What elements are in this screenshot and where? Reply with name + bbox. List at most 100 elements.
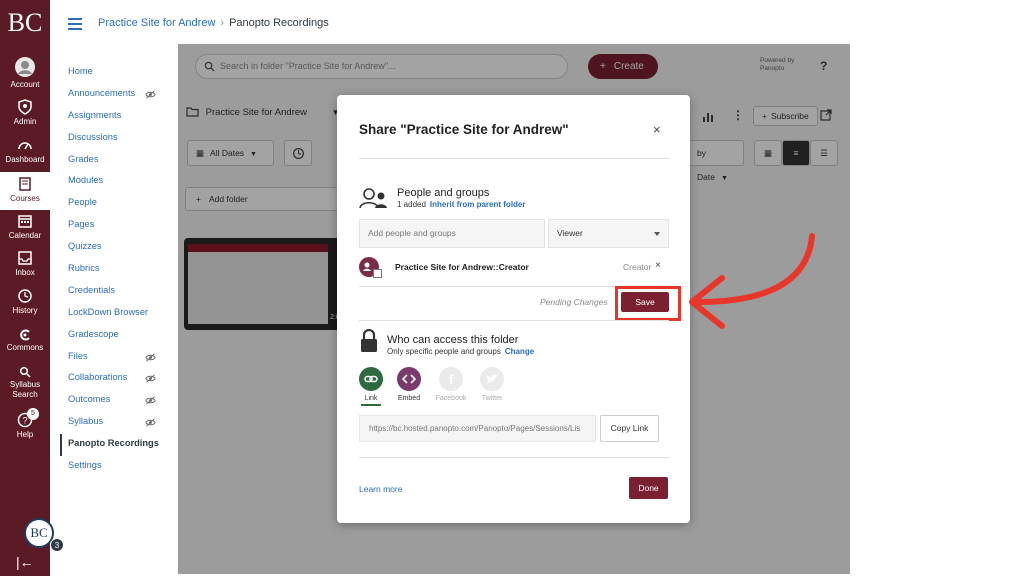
divider (359, 158, 669, 159)
nav-help[interactable]: ? Help (0, 412, 50, 439)
nav-inbox-label: Inbox (15, 268, 35, 277)
breadcrumb-current: Panopto Recordings (229, 17, 329, 29)
course-nav-item[interactable]: Settings (60, 456, 170, 478)
course-nav: Home Announcements Assignments Discussions G… (60, 62, 170, 478)
learn-more-link[interactable]: Learn more (359, 484, 402, 494)
course-nav-item[interactable]: LockDown Browser (60, 303, 170, 325)
link-option[interactable]: Link (351, 367, 391, 406)
course-nav-item[interactable]: Files (60, 347, 170, 369)
access-subtitle: Only specific people and groups Change (387, 347, 534, 356)
book-icon (19, 177, 31, 191)
course-nav-label: Collaborations (68, 372, 128, 383)
member-role: Creator (623, 262, 652, 272)
share-dialog-title: Share "Practice Site for Andrew" (359, 122, 569, 137)
course-nav-item[interactable]: Gradescope (60, 325, 170, 347)
link-option-label: Link (364, 395, 378, 402)
nav-admin-label: Admin (13, 117, 37, 126)
course-nav-label: Credentials (68, 284, 116, 295)
course-nav-item[interactable]: Modules (60, 171, 170, 193)
nav-inbox[interactable]: Inbox (0, 250, 50, 277)
breadcrumb-separator-icon: › (220, 17, 225, 29)
nav-syllabus-search[interactable]: Syllabus Search (0, 366, 50, 400)
breadcrumb-course-link[interactable]: Practice Site for Andrew (98, 17, 215, 29)
nav-account[interactable]: Account (0, 56, 50, 89)
course-nav-item[interactable]: Announcements (60, 84, 170, 106)
embed-icon (397, 367, 421, 391)
course-nav-item[interactable]: People (60, 193, 170, 215)
course-nav-item[interactable]: Collaborations (60, 368, 170, 390)
course-nav-item[interactable]: Grades (60, 150, 170, 172)
search-icon (19, 366, 31, 378)
help-badge: 5 (27, 408, 39, 420)
course-nav-item[interactable]: Outcomes (60, 390, 170, 412)
hidden-eye-icon (145, 371, 156, 389)
course-nav-label: Gradescope (68, 328, 119, 339)
role-select[interactable]: Viewer (548, 219, 669, 248)
shield-icon (18, 99, 32, 115)
embed-option[interactable]: Embed (389, 367, 429, 402)
nav-dashboard[interactable]: Dashboard (0, 137, 50, 164)
nav-dashboard-label: Dashboard (5, 155, 45, 164)
commons-icon (20, 329, 30, 341)
avatar-badge: 3 (50, 538, 64, 552)
breadcrumb: Practice Site for Andrew › Panopto Recordi… (98, 17, 329, 29)
done-button[interactable]: Done (629, 477, 668, 499)
global-nav: BC Account Admin Dashboard Courses Calen… (0, 0, 64, 576)
save-button[interactable]: Save (621, 292, 669, 312)
course-nav-item[interactable]: Panopto Recordings (60, 434, 170, 457)
collapse-nav-icon[interactable]: |← (16, 554, 34, 570)
inbox-icon (18, 251, 32, 265)
nav-syllabus-search-label: Syllabus Search (9, 380, 41, 399)
group-badge-icon (373, 269, 382, 278)
nav-commons[interactable]: Commons (0, 329, 50, 352)
course-nav-label: LockDown Browser (68, 306, 149, 317)
inherit-parent-link[interactable]: Inherit from parent folder (430, 200, 526, 209)
nav-calendar[interactable]: Calendar (0, 213, 50, 240)
nav-history-label: History (12, 306, 38, 315)
facebook-option-label: Facebook (435, 395, 467, 402)
course-nav-label: Quizzes (68, 241, 102, 252)
role-select-value: Viewer (557, 228, 583, 238)
hidden-eye-icon (145, 415, 156, 433)
embed-option-label: Embed (397, 395, 421, 402)
hidden-eye-icon (145, 350, 156, 368)
hamburger-menu-icon[interactable] (68, 18, 82, 33)
dashboard-icon (18, 142, 32, 150)
course-nav-label: People (68, 197, 97, 208)
chevron-down-icon (654, 232, 660, 236)
course-nav-label: Pages (68, 219, 95, 230)
nav-commons-label: Commons (6, 343, 44, 352)
access-title: Who can access this folder (387, 334, 519, 346)
course-nav-item[interactable]: Assignments (60, 106, 170, 128)
course-nav-label: Assignments (68, 109, 122, 120)
course-nav-label: Modules (68, 175, 104, 186)
course-nav-item[interactable]: Home (60, 62, 170, 84)
remove-member-icon[interactable]: × (655, 260, 661, 271)
course-nav-item[interactable]: Credentials (60, 281, 170, 303)
course-nav-item[interactable]: Pages (60, 215, 170, 237)
facebook-option[interactable]: f Facebook (431, 367, 471, 402)
nav-history[interactable]: History (0, 288, 50, 315)
course-nav-label: Home (68, 66, 93, 76)
svg-text:?: ? (22, 416, 27, 426)
nav-help-label: Help (16, 430, 34, 439)
twitter-option[interactable]: Twitter (472, 367, 512, 402)
bc-logo[interactable]: BC (0, 8, 50, 38)
add-people-input[interactable]: Add people and groups (359, 219, 545, 248)
lock-icon (359, 328, 379, 358)
nav-courses[interactable]: Courses (0, 172, 50, 210)
share-link-field[interactable]: https://bc.hosted.panopto.com/Panopto/Pa… (359, 415, 596, 442)
close-icon[interactable]: × (653, 122, 661, 137)
share-dialog: Share "Practice Site for Andrew" × Peopl… (337, 95, 690, 523)
course-nav-item[interactable]: Rubrics (60, 259, 170, 281)
access-level: Only specific people and groups (387, 347, 501, 356)
course-nav-item[interactable]: Quizzes (60, 237, 170, 259)
nav-admin[interactable]: Admin (0, 99, 50, 126)
hidden-eye-icon (145, 393, 156, 411)
copy-link-button[interactable]: Copy Link (600, 415, 659, 442)
people-groups-icon (359, 187, 389, 214)
course-nav-label: Grades (68, 153, 99, 164)
change-access-link[interactable]: Change (505, 347, 534, 356)
course-nav-item[interactable]: Syllabus (60, 412, 170, 434)
course-nav-item[interactable]: Discussions (60, 128, 170, 150)
